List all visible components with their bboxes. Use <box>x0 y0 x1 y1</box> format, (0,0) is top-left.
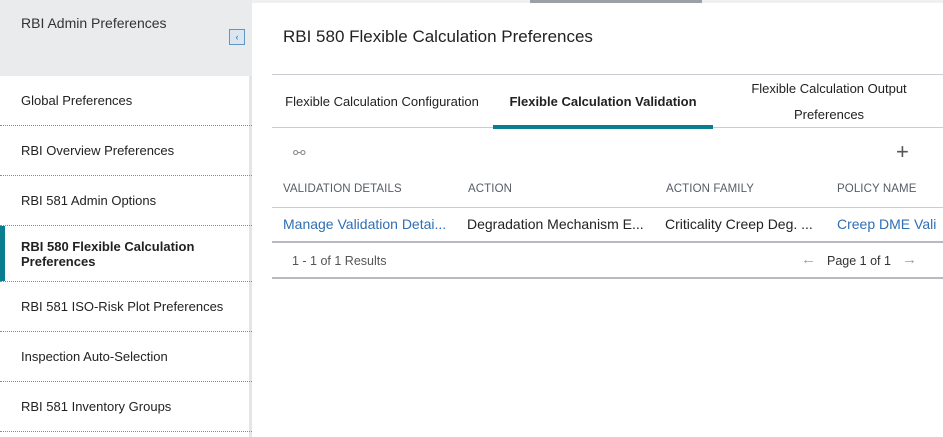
sidebar-item-global-preferences[interactable]: Global Preferences <box>0 76 252 126</box>
main-panel: RBI 580 Flexible Calculation Preferences… <box>255 0 943 437</box>
collapse-sidebar-icon[interactable]: ‹ <box>229 29 245 45</box>
sidebar-item-inspection-auto-selection[interactable]: Inspection Auto-Selection <box>0 332 252 382</box>
results-count: 1 - 1 of 1 Results <box>292 254 387 268</box>
tab-bar: Flexible Calculation Configuration Flexi… <box>272 74 943 129</box>
column-header-action[interactable]: ACTION <box>468 183 512 195</box>
cell-action-family: Criticality Creep Deg. ... <box>665 216 813 232</box>
sidebar-item-rbi-581-admin-options[interactable]: RBI 581 Admin Options <box>0 176 252 226</box>
sidebar-title: RBI Admin Preferences <box>21 15 167 31</box>
sidebar-item-rbi-overview-preferences[interactable]: RBI Overview Preferences <box>0 126 252 176</box>
table-footer: 1 - 1 of 1 Results ← Page 1 of 1 → <box>272 243 943 279</box>
validation-table: VALIDATION DETAILS ACTION ACTION FAMILY … <box>272 172 943 279</box>
column-header-action-family[interactable]: ACTION FAMILY <box>666 183 754 195</box>
sidebar-item-rbi-581-iso-risk-plot-preferences[interactable]: RBI 581 ISO-Risk Plot Preferences <box>0 282 252 332</box>
sidebar-header: RBI Admin Preferences ‹ <box>0 0 252 76</box>
page-title: RBI 580 Flexible Calculation Preferences <box>283 27 593 46</box>
sidebar-nav: Global Preferences RBI Overview Preferen… <box>0 76 252 432</box>
tab-flexible-calculation-configuration[interactable]: Flexible Calculation Configuration <box>280 75 484 128</box>
sidebar-item-rbi-580-flexible-calculation-preferences[interactable]: RBI 580 Flexible Calculation Preferences <box>0 226 252 282</box>
cell-policy-name-link[interactable]: Creep DME Vali <box>837 216 943 232</box>
tab-flexible-calculation-output-preferences[interactable]: Flexible Calculation Output Preferences <box>737 75 921 128</box>
column-header-validation-details[interactable]: VALIDATION DETAILS <box>283 183 402 195</box>
sidebar-item-rbi-581-inventory-groups[interactable]: RBI 581 Inventory Groups <box>0 382 252 432</box>
sidebar: RBI Admin Preferences ‹ Global Preferenc… <box>0 0 252 437</box>
column-header-policy-name[interactable]: POLICY NAME <box>837 183 917 195</box>
tab-flexible-calculation-validation[interactable]: Flexible Calculation Validation <box>493 75 713 129</box>
previous-page-icon[interactable]: ← <box>801 251 816 268</box>
page-indicator: Page 1 of 1 <box>827 254 891 268</box>
cell-validation-details-link[interactable]: Manage Validation Detai... <box>283 216 455 232</box>
next-page-icon[interactable]: → <box>902 251 917 268</box>
cell-action: Degradation Mechanism E... <box>467 216 644 232</box>
table-header: VALIDATION DETAILS ACTION ACTION FAMILY … <box>272 172 943 208</box>
add-icon[interactable]: + <box>896 139 909 165</box>
table-row[interactable]: Manage Validation Detai... Degradation M… <box>272 208 943 243</box>
binoculars-icon[interactable]: ⚯ <box>293 144 306 162</box>
